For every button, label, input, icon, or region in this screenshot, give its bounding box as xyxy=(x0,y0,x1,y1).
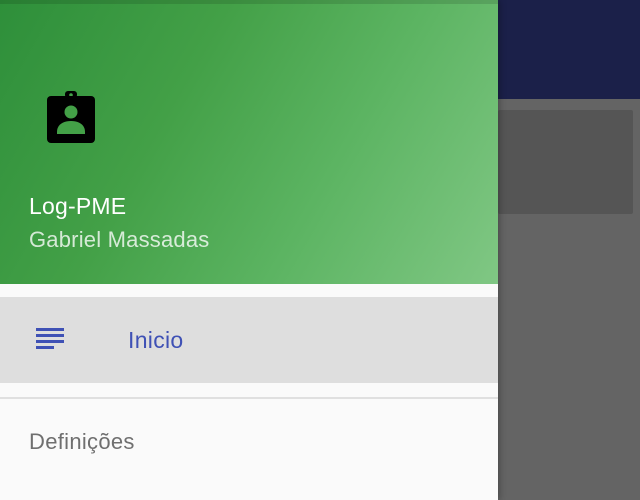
status-bar-shade xyxy=(0,0,498,4)
menu-item-definicoes[interactable]: Definições xyxy=(0,400,498,486)
background-card xyxy=(498,110,633,214)
navigation-drawer: Log-PME Gabriel Massadas Inicio Definiçõ… xyxy=(0,0,498,500)
contact-badge-icon xyxy=(46,90,96,144)
menu-divider xyxy=(0,397,498,399)
menu-item-inicio[interactable]: Inicio xyxy=(0,297,498,383)
app-title: Log-PME xyxy=(29,193,127,219)
menu-item-label: Inicio xyxy=(128,327,184,353)
drawer-header: Log-PME Gabriel Massadas xyxy=(0,0,498,284)
menu-item-label: Definições xyxy=(29,429,135,454)
list-lines-icon xyxy=(36,328,64,350)
user-name: Gabriel Massadas xyxy=(29,227,210,252)
